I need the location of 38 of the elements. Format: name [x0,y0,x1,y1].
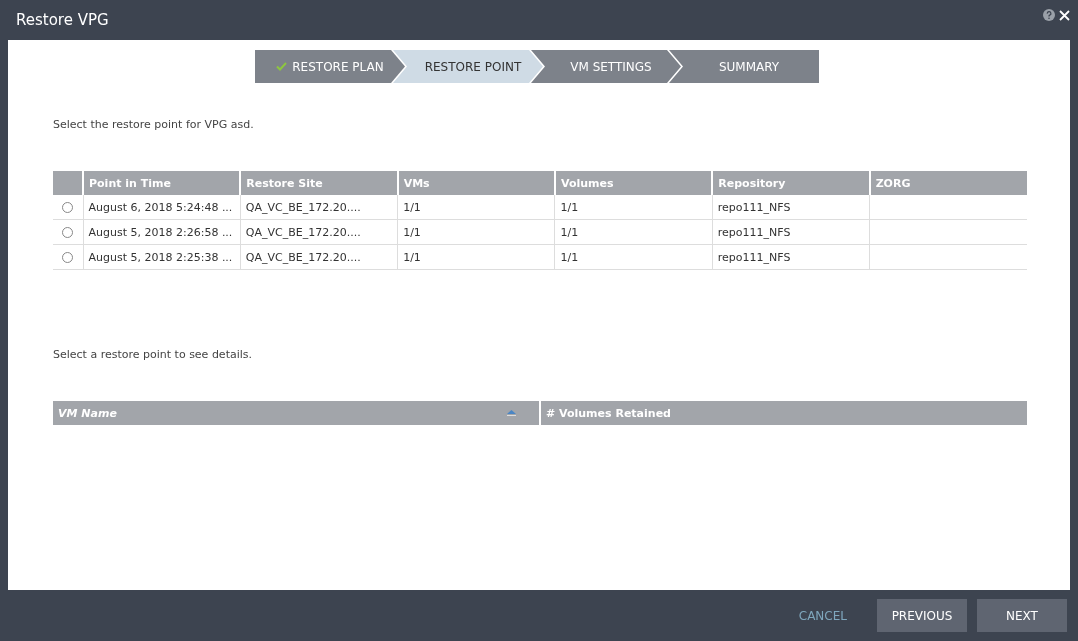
table-cell: 1/1 [403,200,421,214]
table-cell: August 6, 2018 5:24:48 ... [88,200,233,214]
column-header[interactable]: ZORG [869,171,1027,195]
wizard-step[interactable]: RESTORE POINT [393,50,543,83]
help-icon[interactable] [1043,9,1055,21]
table-cell: QA_VC_BE_172.20.... [245,225,361,239]
wizard-step[interactable]: VM SETTINGS [531,50,681,83]
column-header[interactable]: Point in Time [83,171,241,195]
table-cell: 1/1 [560,225,579,239]
column-header[interactable]: Restore Site [240,171,398,195]
next-button[interactable]: NEXT [977,599,1067,632]
previous-button[interactable]: PREVIOUS [877,599,967,632]
window-title: Restore VPG [16,11,109,29]
table-cell: QA_VC_BE_172.20.... [245,200,361,214]
column-header[interactable]: VMs [397,171,555,195]
table-cell: repo111_NFS [717,250,791,264]
cancel-button[interactable]: CANCEL [792,599,853,632]
table-cell: 1/1 [560,250,579,264]
wizard-step[interactable]: RESTORE PLAN [255,50,405,83]
column-header[interactable]: Volumes [555,171,713,195]
table-cell: repo111_NFS [717,225,791,239]
header-cell [53,171,83,195]
table-cell: 1/1 [403,250,421,264]
check-icon [276,62,288,71]
table-cell: 1/1 [560,200,579,214]
close-icon[interactable] [1059,9,1070,21]
instruction-text: Select the restore point for VPG asd. [53,118,255,131]
table-cell: QA_VC_BE_172.20.... [245,250,361,264]
table-cell: August 5, 2018 2:25:38 ... [88,250,233,264]
table-cell: 1/1 [403,225,421,239]
sort-icon [507,410,516,416]
column-header[interactable]: # Volumes Retained [540,401,1027,425]
column-header[interactable]: Repository [712,171,870,195]
wizard-step[interactable]: SUMMARY [669,50,819,83]
table-cell: August 5, 2018 2:26:58 ... [88,225,233,239]
hint-text: Select a restore point to see details. [53,348,254,361]
table-cell: repo111_NFS [717,200,791,214]
column-header[interactable]: VM Name [53,401,540,425]
